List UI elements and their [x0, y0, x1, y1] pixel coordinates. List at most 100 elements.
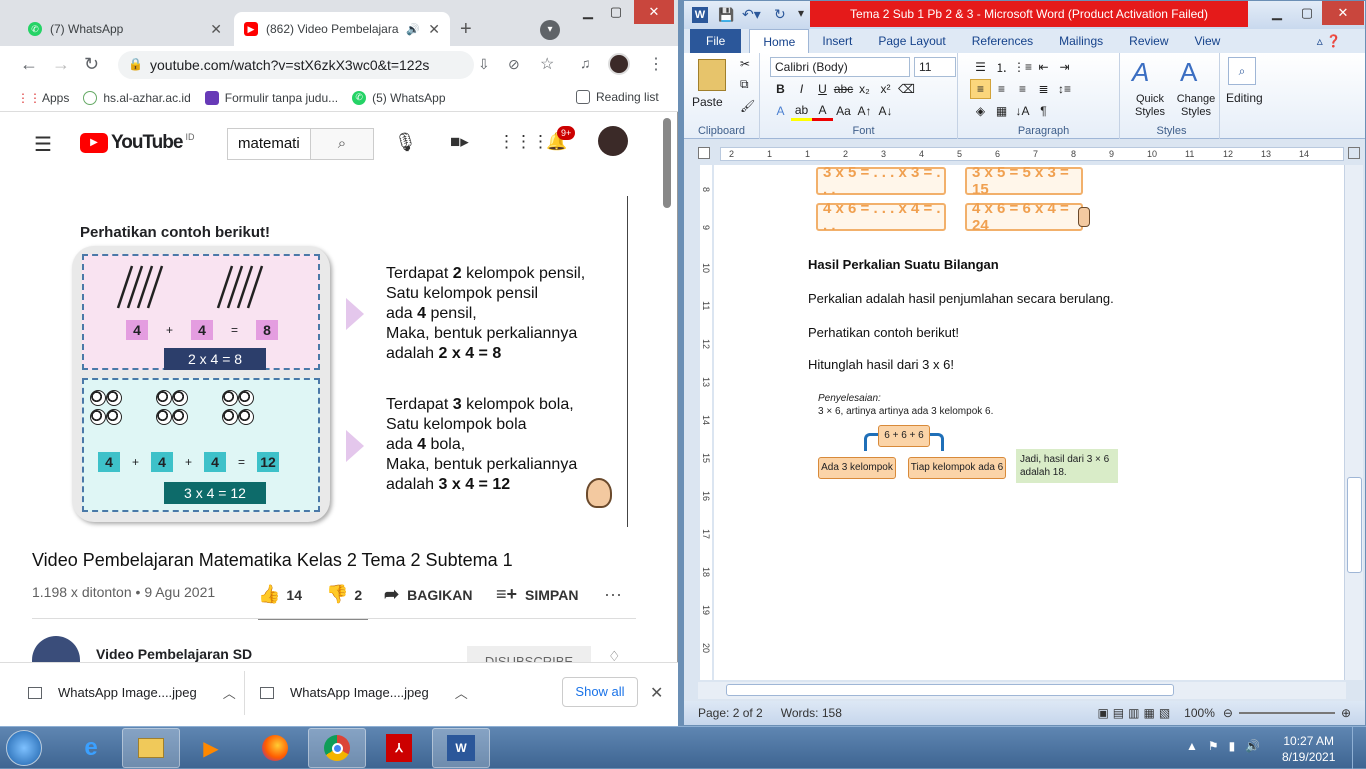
bookmark-whatsapp[interactable]: ✆ (5) WhatsApp [352, 90, 446, 105]
tab-mailings[interactable]: Mailings [1046, 29, 1116, 53]
bookmark-alazhar[interactable]: hs.al-azhar.ac.id [83, 90, 191, 105]
shading-icon[interactable]: ◈ [970, 101, 991, 121]
bookmark-apps[interactable]: ⋮⋮ Apps [17, 91, 69, 105]
taskbar-firefox[interactable] [246, 728, 304, 768]
channel-name[interactable]: Video Pembelajaran SD [96, 646, 252, 662]
quick-styles-button[interactable]: Quick Styles [1126, 93, 1174, 119]
show-all-button[interactable]: Show all [562, 677, 638, 707]
justify-icon[interactable]: ≣ [1033, 79, 1054, 99]
editing-button[interactable]: Editing [1226, 91, 1263, 105]
save-button[interactable]: ≡+ SIMPAN [496, 584, 578, 605]
zoom-slider[interactable] [1238, 712, 1335, 714]
line-spacing-icon[interactable]: ↕≡ [1054, 79, 1075, 99]
zoom-level[interactable]: 100% [1184, 706, 1215, 720]
save-icon[interactable]: 💾 [718, 7, 734, 23]
reload-icon[interactable]: ↻ [84, 54, 99, 75]
word-app-icon[interactable]: W [692, 7, 708, 23]
horizontal-ruler[interactable]: 2 1 1 2 3 4 5 6 7 8 9 10 11 12 13 14 [684, 143, 1365, 165]
font-size-select[interactable]: 11 [914, 57, 956, 77]
paste-button[interactable]: Paste [692, 95, 723, 109]
cut-icon[interactable]: ✂ [740, 57, 750, 71]
battery-icon[interactable]: ▮ [1229, 739, 1236, 753]
borders-icon[interactable]: ▦ [991, 101, 1012, 121]
back-icon[interactable]: ← [20, 54, 38, 75]
youtube-search-input[interactable]: matemati [227, 128, 311, 160]
tab-insert[interactable]: Insert [809, 29, 865, 53]
vertical-scrollbar[interactable] [1344, 165, 1363, 680]
hscroll-thumb[interactable] [726, 684, 1174, 696]
like-button[interactable]: 👍 14 [258, 584, 302, 605]
apps-grid-icon[interactable]: ⋮⋮⋮ [498, 132, 549, 152]
change-styles-button[interactable]: Change Styles [1172, 93, 1220, 119]
strikethrough-icon[interactable]: abc [833, 79, 854, 99]
tab-references[interactable]: References [959, 29, 1046, 53]
maximize-icon[interactable]: ▢ [598, 0, 634, 24]
taskbar-explorer[interactable] [122, 728, 180, 768]
bold-icon[interactable]: B [770, 79, 791, 99]
tab-whatsapp[interactable]: ✆ (7) WhatsApp ✕ [18, 12, 232, 46]
zoom-out-icon[interactable]: ⊖ [1223, 706, 1233, 720]
paste-icon[interactable] [698, 59, 726, 91]
italic-icon[interactable]: I [791, 79, 812, 99]
multilevel-list-icon[interactable]: ⋮≡ [1012, 57, 1033, 77]
tab-selector-icon[interactable] [698, 147, 710, 159]
clock[interactable]: 10:27 AM 8/19/2021 [1282, 733, 1335, 765]
underline-icon[interactable]: U [812, 79, 833, 99]
video-player[interactable]: Perhatikan contoh berikut! 4 + 4 = 8 2 x… [40, 196, 628, 527]
address-bar[interactable]: 🔒 youtube.com/watch?v=stX6zkX3wc0&t=122s [118, 51, 474, 79]
tab-search-icon[interactable]: ▾ [540, 20, 560, 40]
tab-home[interactable]: Home [749, 28, 810, 54]
horizontal-scrollbar[interactable] [698, 682, 1346, 699]
highlight-icon[interactable]: ab [791, 101, 812, 121]
page-indicator[interactable]: Page: 2 of 2 [698, 706, 763, 720]
font-color-icon[interactable]: A [812, 101, 833, 121]
minimize-icon[interactable]: ▁ [1262, 1, 1292, 25]
zoom-in-icon[interactable]: ⊕ [1341, 706, 1351, 720]
chevron-up-icon[interactable]: ︿ [223, 683, 236, 702]
download-item[interactable]: WhatsApp Image....jpeg ︿ [28, 683, 236, 702]
reading-list[interactable]: Reading list [576, 90, 659, 104]
menu-dots-icon[interactable]: ⋮ [648, 54, 664, 74]
show-marks-icon[interactable]: ¶ [1033, 101, 1054, 121]
taskbar-media[interactable]: ▶ [182, 728, 240, 768]
forward-icon[interactable]: → [52, 54, 70, 75]
numbering-icon[interactable]: ⒈ [991, 57, 1012, 77]
speaker-icon[interactable]: 🔊 [406, 23, 420, 36]
scrollbar-thumb[interactable] [663, 118, 671, 208]
maximize-icon[interactable]: ▢ [1292, 1, 1322, 25]
ribbon-collapse-icon[interactable]: ▵ ❓ [1317, 34, 1341, 48]
microphone-icon[interactable]: 🎙 [394, 132, 417, 153]
download-item[interactable]: WhatsApp Image....jpeg ︿ [260, 683, 468, 702]
clear-format-icon[interactable]: ⌫ [896, 79, 917, 99]
grow-font-icon[interactable]: A↑ [854, 101, 875, 121]
volume-icon[interactable]: 🔊 [1245, 739, 1260, 753]
new-tab-icon[interactable]: + [460, 18, 472, 41]
close-window-icon[interactable]: ✕ [1322, 1, 1364, 25]
action-center-flag-icon[interactable]: ⚑ [1208, 739, 1219, 753]
close-icon[interactable]: ✕ [650, 683, 663, 703]
youtube-logo[interactable]: ▶ YouTube ID [80, 132, 194, 154]
scrollbar-thumb[interactable] [1347, 477, 1362, 573]
share-button[interactable]: ➦ BAGIKAN [384, 584, 472, 605]
taskbar-ie[interactable]: e [62, 728, 120, 768]
shrink-font-icon[interactable]: A↓ [875, 101, 896, 121]
profile-avatar[interactable] [608, 53, 630, 75]
dislike-button[interactable]: 👎 2 [326, 584, 362, 605]
install-icon[interactable]: ⇩ [478, 56, 490, 73]
tray-expand-icon[interactable]: ▲ [1186, 739, 1198, 753]
customize-toolbar-icon[interactable]: ▾ [798, 6, 804, 20]
align-left-icon[interactable]: ≡ [970, 79, 991, 99]
tab-youtube[interactable]: ▶ (862) Video Pembelajara 🔊 ✕ [234, 12, 450, 46]
chevron-up-icon[interactable]: ︿ [455, 683, 468, 702]
media-icon[interactable]: ♫ [580, 55, 591, 71]
hamburger-menu-icon[interactable]: ☰ [34, 132, 52, 157]
search-icon[interactable]: ⌕ [310, 128, 374, 160]
close-window-icon[interactable]: ✕ [634, 0, 674, 24]
channel-avatar[interactable] [32, 636, 80, 662]
tab-view[interactable]: View [1182, 29, 1234, 53]
sort-icon[interactable]: ↓A [1012, 101, 1033, 121]
superscript-icon[interactable]: x² [875, 79, 896, 99]
align-center-icon[interactable]: ≡ [991, 79, 1012, 99]
vertical-ruler[interactable]: 8 9 10 11 12 13 14 15 16 17 18 19 20 [698, 165, 714, 680]
change-case-icon[interactable]: Aa [833, 101, 854, 121]
